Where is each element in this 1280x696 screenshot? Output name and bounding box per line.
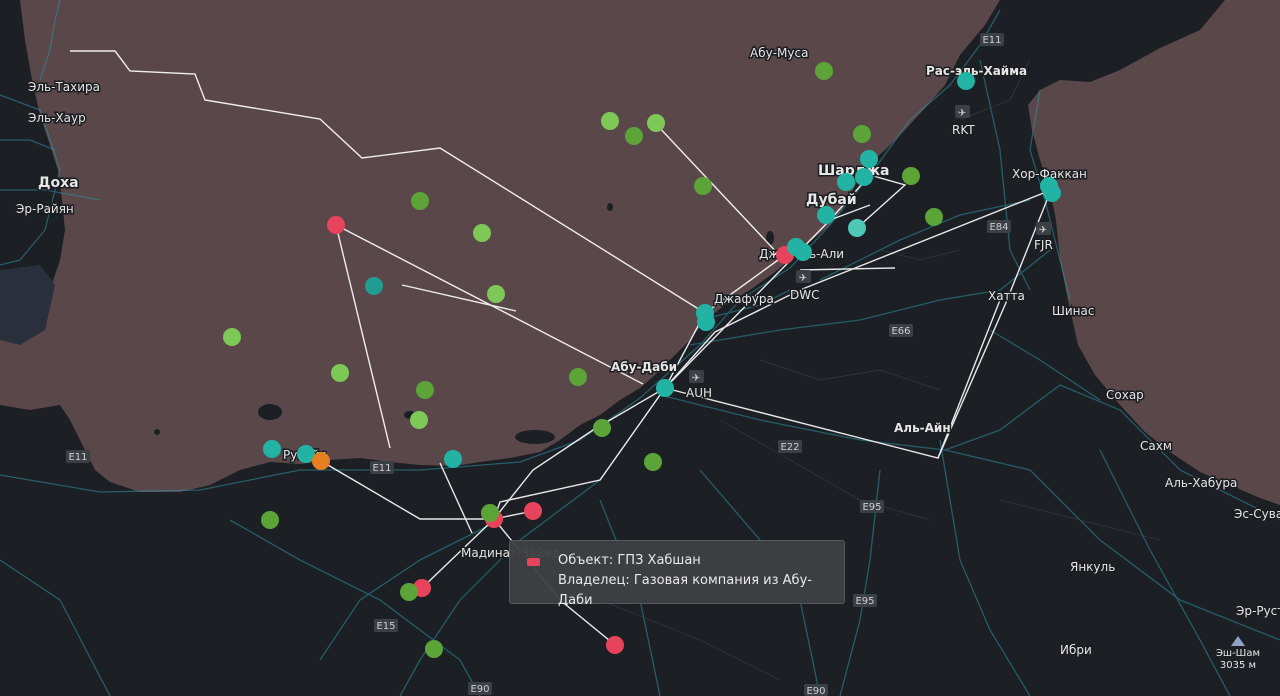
gas-plant-marker[interactable] <box>606 636 624 654</box>
svg-text:RKT: RKT <box>952 123 975 137</box>
svg-text:E11: E11 <box>372 463 391 474</box>
label-abu-musa: Абу-Муса <box>750 46 808 60</box>
road-shield-e90-right: E90 <box>804 684 828 696</box>
label-saham: Сахм <box>1140 439 1172 453</box>
field-marker[interactable] <box>647 114 665 132</box>
label-el-tahira: Эль-Тахира <box>28 80 100 94</box>
terminal-marker[interactable] <box>855 168 873 186</box>
svg-text:E22: E22 <box>780 442 799 453</box>
label-ras-al-khaimah: Рас-эль-Хайма <box>926 64 1027 78</box>
field-marker[interactable] <box>644 453 662 471</box>
gas-plant-marker[interactable] <box>327 216 345 234</box>
label-sharjah: Шарджа <box>818 163 889 179</box>
field-marker[interactable] <box>223 328 241 346</box>
road-shield-e11-ne: E11 <box>980 33 1004 46</box>
road-shield-e95-lower: E95 <box>853 594 877 607</box>
field-marker[interactable] <box>487 285 505 303</box>
terminal-marker[interactable] <box>365 277 383 295</box>
field-marker[interactable] <box>425 640 443 658</box>
terminal-marker[interactable] <box>794 243 812 261</box>
field-marker[interactable] <box>331 364 349 382</box>
label-el-khaur: Эль-Хаур <box>28 111 86 125</box>
field-marker[interactable] <box>601 112 619 130</box>
svg-text:E11: E11 <box>982 35 1001 46</box>
terminal-marker[interactable] <box>1043 184 1061 202</box>
field-marker[interactable] <box>410 411 428 429</box>
svg-text:✈: ✈ <box>692 373 700 384</box>
field-marker[interactable] <box>416 381 434 399</box>
elevation-marker: Эш-Шам 3035 м <box>1208 636 1268 672</box>
field-marker[interactable] <box>593 419 611 437</box>
field-marker[interactable] <box>261 511 279 529</box>
svg-text:✈: ✈ <box>958 108 966 119</box>
terminal-marker[interactable] <box>957 72 975 90</box>
field-marker[interactable] <box>473 224 491 242</box>
terminal-marker[interactable] <box>444 450 462 468</box>
field-marker[interactable] <box>694 177 712 195</box>
field-marker[interactable] <box>481 504 499 522</box>
road-shield-e66: E66 <box>889 324 913 337</box>
label-al-ain: Аль-Айн <box>894 421 951 435</box>
svg-text:DWC: DWC <box>790 288 819 302</box>
road-shield-e22: E22 <box>778 440 802 453</box>
peak-name: Эш-Шам <box>1215 648 1261 659</box>
terminal-marker[interactable] <box>848 219 866 237</box>
tooltip-owner: Владелец: Газовая компания из Абу-Даби <box>558 573 812 608</box>
road-shield-e95-upper: E95 <box>860 500 884 513</box>
label-er-rayyan: Эр-Райян <box>16 202 74 216</box>
field-marker[interactable] <box>625 127 643 145</box>
field-marker[interactable] <box>411 192 429 210</box>
svg-text:E90: E90 <box>470 684 489 695</box>
road-shield-e11-west: E11 <box>66 450 90 463</box>
tooltip-object: Объект: ГПЗ Хабшан <box>558 553 701 568</box>
road-shield-e84: E84 <box>987 220 1011 233</box>
label-ibri: Ибри <box>1060 643 1092 657</box>
svg-text:✈: ✈ <box>799 273 807 284</box>
svg-text:E95: E95 <box>855 596 874 607</box>
svg-text:E90: E90 <box>806 686 825 696</box>
field-marker[interactable] <box>400 583 418 601</box>
svg-text:E15: E15 <box>376 621 395 632</box>
map-view[interactable]: E11 E11 E11 E84 E66 E22 E95 E95 E15 E90 … <box>0 0 1280 696</box>
svg-text:✈: ✈ <box>1039 225 1047 236</box>
terminal-marker[interactable] <box>860 150 878 168</box>
svg-text:E84: E84 <box>989 222 1008 233</box>
road-shield-e11-mid: E11 <box>370 461 394 474</box>
svg-text:AUH: AUH <box>686 386 712 400</box>
label-shinas: Шинас <box>1052 304 1094 318</box>
label-doha: Доха <box>38 175 79 191</box>
mountain-icon <box>1231 636 1245 646</box>
road-shield-e90-left: E90 <box>468 682 492 695</box>
terminal-marker[interactable] <box>817 206 835 224</box>
label-al-khaburah: Аль-Хабура <box>1165 476 1237 490</box>
gas-plant-marker[interactable] <box>524 502 542 520</box>
road-shield-e15: E15 <box>374 619 398 632</box>
svg-text:E66: E66 <box>891 326 910 337</box>
label-er-rustaq: Эр-Рустак <box>1236 604 1280 618</box>
label-abu-dhabi: Абу-Даби <box>611 360 677 374</box>
terminal-marker[interactable] <box>697 313 715 331</box>
field-marker[interactable] <box>569 368 587 386</box>
label-as-suwayq: Эс-Сувайк <box>1234 507 1280 521</box>
label-hatta: Хатта <box>988 289 1025 303</box>
terminal-marker[interactable] <box>656 379 674 397</box>
category-swatch-icon <box>527 558 540 566</box>
refinery-marker[interactable] <box>312 452 330 470</box>
label-yanqul: Янкуль <box>1070 560 1115 574</box>
svg-text:FJR: FJR <box>1034 238 1053 252</box>
field-marker[interactable] <box>925 208 943 226</box>
svg-text:E11: E11 <box>68 452 87 463</box>
field-marker[interactable] <box>902 167 920 185</box>
terminal-marker[interactable] <box>837 173 855 191</box>
field-marker[interactable] <box>815 62 833 80</box>
label-sohar: Сохар <box>1106 388 1144 402</box>
terminal-marker[interactable] <box>263 440 281 458</box>
peak-elevation: 3035 м <box>1219 660 1257 671</box>
label-jafura: Джафура <box>714 292 774 306</box>
facility-tooltip: Объект: ГПЗ Хабшан Владелец: Газовая ком… <box>509 540 845 608</box>
svg-text:E95: E95 <box>862 502 881 513</box>
field-marker[interactable] <box>853 125 871 143</box>
label-dubai: Дубай <box>806 192 857 208</box>
